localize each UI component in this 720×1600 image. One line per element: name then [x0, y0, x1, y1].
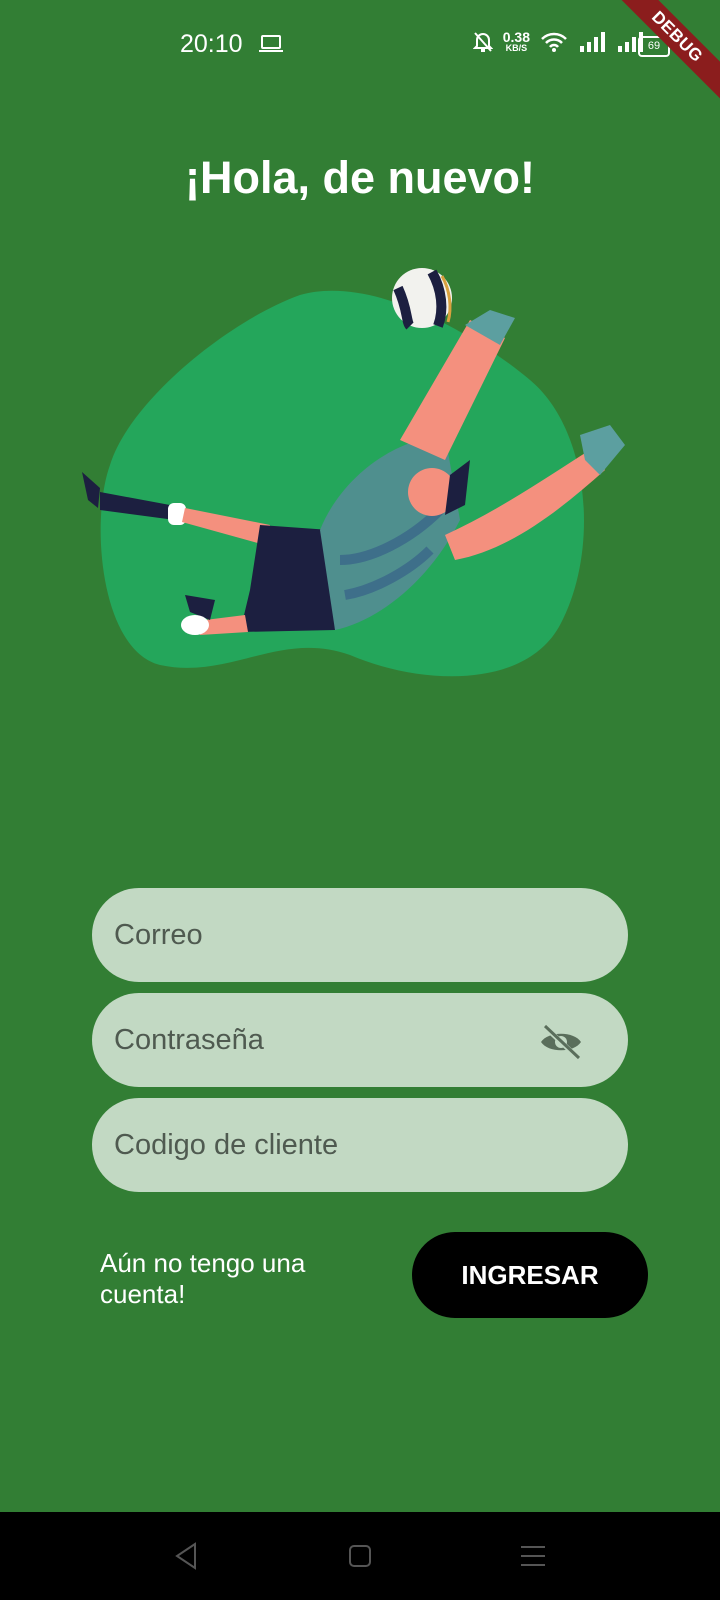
- debug-banner-label: DEBUG: [607, 0, 720, 107]
- email-input[interactable]: [112, 917, 608, 953]
- laptop-icon: [259, 35, 283, 52]
- debug-banner: DEBUG: [580, 0, 720, 140]
- nav-menu-icon[interactable]: [520, 1544, 546, 1568]
- net-speed: 0.38 KB/S: [503, 30, 530, 53]
- nav-home-icon[interactable]: [348, 1544, 372, 1568]
- bell-off-icon: [472, 31, 493, 52]
- page-title: ¡Hola, de nuevo!: [184, 152, 536, 203]
- register-link[interactable]: Aún no tengo una cuenta!: [100, 1248, 360, 1310]
- net-speed-unit: KB/S: [505, 43, 528, 53]
- eye-off-icon[interactable]: [538, 1023, 584, 1061]
- goalkeeper-illustration: [82, 268, 625, 677]
- email-field[interactable]: [92, 888, 628, 982]
- password-field[interactable]: [92, 993, 628, 1087]
- client-code-input[interactable]: [112, 1127, 608, 1163]
- login-button[interactable]: INGRESAR: [412, 1232, 648, 1318]
- net-speed-value: 0.38: [502, 29, 530, 45]
- client-code-field[interactable]: [92, 1098, 628, 1192]
- system-nav-bar: [0, 1512, 720, 1600]
- password-input[interactable]: [112, 1022, 608, 1058]
- wifi-icon: [541, 32, 567, 52]
- nav-back-icon[interactable]: [173, 1542, 199, 1570]
- status-time: 20:10: [180, 30, 243, 58]
